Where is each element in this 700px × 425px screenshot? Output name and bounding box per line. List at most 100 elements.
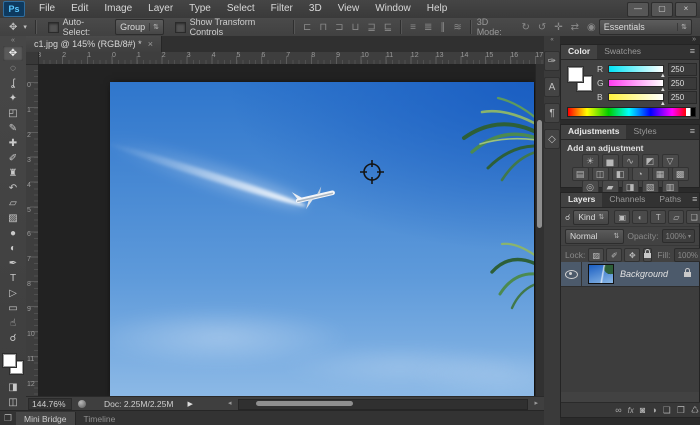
filter-type-layers-icon[interactable]: T — [650, 210, 666, 224]
distribute-tops-icon[interactable]: ≡ — [407, 22, 419, 33]
hand-tool[interactable]: ☝ — [3, 316, 23, 331]
zoom-tool[interactable]: ☌ — [3, 331, 23, 346]
bottom-tab-timeline[interactable]: Timeline — [76, 412, 124, 425]
workspace-dropdown[interactable]: Essentials ⇅ — [599, 19, 692, 35]
pen-tool[interactable]: ✒ — [3, 256, 23, 271]
layer-name[interactable]: Background — [620, 269, 684, 279]
filter-adjustment-layers-icon[interactable]: ◐ — [632, 210, 648, 224]
color-balance-icon[interactable]: ◫ — [592, 167, 609, 181]
3d-rotate-icon[interactable]: ↻ — [518, 22, 532, 33]
adjustments-tab-styles[interactable]: Styles — [626, 125, 663, 139]
delete-layer-icon[interactable]: ♺ — [691, 404, 699, 417]
3d-roll-icon[interactable]: ↺ — [535, 22, 549, 33]
mini-bridge-panel-icon[interactable]: ❐ — [0, 413, 16, 424]
close-button[interactable]: × — [675, 2, 697, 17]
canvas-image[interactable] — [110, 82, 534, 397]
status-popup-icon[interactable]: ▶ — [187, 400, 192, 408]
brightness-contrast-icon[interactable]: ☀ — [582, 154, 599, 168]
vertical-scrollbar-thumb[interactable] — [537, 120, 542, 228]
move-tool-preset-icon[interactable]: ✥ — [6, 22, 20, 33]
collapse-tools-icon[interactable]: « — [0, 36, 26, 46]
paragraph-panel-icon[interactable]: ¶ — [544, 103, 560, 123]
marquee-tool[interactable]: ◌ — [3, 61, 23, 76]
filter-kind-dropdown[interactable]: Kind ⇅ — [573, 210, 609, 225]
eye-icon[interactable] — [565, 270, 578, 279]
align-vertical-centers-icon[interactable]: ⊒ — [364, 22, 378, 33]
layers-tab-paths[interactable]: Paths — [652, 193, 688, 207]
layer-thumbnail[interactable] — [588, 264, 614, 284]
menu-layer[interactable]: Layer — [140, 0, 181, 18]
channel-slider-g[interactable]: ▲ — [608, 79, 664, 87]
foreground-color-swatch[interactable] — [568, 67, 583, 82]
blend-mode-dropdown[interactable]: Normal ⇅ — [565, 229, 624, 244]
history-brush-tool[interactable]: ↶ — [3, 181, 23, 196]
panel-menu-icon[interactable]: ≡ — [688, 193, 700, 207]
opacity-field[interactable]: 100% ▾ — [662, 229, 695, 243]
bottom-tab-mini-bridge[interactable]: Mini Bridge — [16, 412, 76, 425]
expand-panels-icon[interactable]: « — [544, 36, 560, 45]
lock-all-icon[interactable] — [643, 248, 652, 262]
auto-select-checkbox[interactable] — [48, 22, 59, 33]
levels-icon[interactable]: ▅ — [602, 154, 619, 168]
close-tab-icon[interactable]: × — [148, 39, 153, 49]
add-layer-mask-icon[interactable]: ◙ — [640, 404, 645, 417]
curves-icon[interactable]: ∿ — [622, 154, 639, 168]
tool-preset-dropdown-icon[interactable]: ▾ — [20, 23, 30, 31]
screen-mode-button[interactable]: ◫ — [3, 395, 23, 410]
scroll-right-icon[interactable]: ▸ — [534, 399, 538, 407]
channel-value-field[interactable]: 250 — [668, 91, 697, 104]
channel-mixer-icon[interactable]: ▦ — [652, 167, 669, 181]
lock-image-pixels-icon[interactable]: ✐ — [606, 248, 622, 262]
menu-window[interactable]: Window — [367, 0, 419, 18]
brush-tool[interactable]: ✐ — [3, 151, 23, 166]
visibility-cell[interactable] — [561, 262, 582, 286]
vibrance-icon[interactable]: ▽ — [662, 154, 679, 168]
filter-smart-objects-icon[interactable]: ❑ — [686, 210, 700, 224]
scroll-left-icon[interactable]: ◂ — [228, 399, 232, 407]
collapse-dock-icon[interactable]: » — [560, 36, 700, 44]
channel-slider-r[interactable]: ▲ — [608, 65, 664, 73]
link-layers-icon[interactable]: ∞ — [615, 404, 621, 417]
menu-view[interactable]: View — [330, 0, 368, 18]
channel-value-field[interactable]: 250 — [668, 63, 697, 76]
brush-presets-panel-icon[interactable]: ✑ — [544, 51, 560, 71]
adjustments-tab-adjustments[interactable]: Adjustments — [561, 125, 626, 139]
minimize-button[interactable]: — — [627, 2, 649, 17]
horizontal-scrollbar-thumb[interactable] — [256, 401, 353, 406]
color-tab-color[interactable]: Color — [561, 45, 597, 59]
align-bottom-edges-icon[interactable]: ⊑ — [381, 22, 395, 33]
eraser-tool[interactable]: ▱ — [3, 196, 23, 211]
layers-tab-channels[interactable]: Channels — [602, 193, 652, 207]
black-white-icon[interactable]: ◧ — [612, 167, 629, 181]
document-tab[interactable]: c1.jpg @ 145% (RGB/8#) * × — [26, 36, 162, 52]
auto-align-layers-icon[interactable]: ≋ — [450, 22, 464, 33]
new-group-icon[interactable]: ❏ — [663, 404, 671, 417]
layer-row-background[interactable]: Background — [561, 262, 699, 287]
distribute-lefts-icon[interactable]: ∥ — [437, 22, 448, 33]
photo-filter-icon[interactable]: ◔ — [632, 167, 649, 181]
panel-menu-icon[interactable]: ≡ — [686, 125, 699, 139]
3d-panel-icon[interactable]: ◇ — [544, 129, 560, 149]
menu-filter[interactable]: Filter — [263, 0, 301, 18]
zoom-level-field[interactable]: 144.76% — [28, 398, 72, 410]
lock-position-icon[interactable]: ✥ — [624, 248, 640, 262]
align-top-edges-icon[interactable]: ⊔ — [349, 22, 363, 33]
gradient-tool[interactable]: ▨ — [3, 211, 23, 226]
color-lookup-icon[interactable]: ▩ — [672, 167, 689, 181]
adobe-drive-icon[interactable] — [78, 400, 86, 408]
menu-select[interactable]: Select — [219, 0, 263, 18]
hue-saturation-icon[interactable]: ▤ — [572, 167, 589, 181]
auto-select-group-dropdown[interactable]: Group ⇅ — [115, 19, 164, 35]
layer-effects-icon[interactable]: fx — [628, 404, 634, 417]
3d-scale-icon[interactable]: ◉ — [584, 22, 599, 33]
lock-transparent-pixels-icon[interactable]: ▨ — [588, 248, 604, 262]
quick-selection-tool[interactable]: ✦ — [3, 91, 23, 106]
crop-tool[interactable]: ◰ — [3, 106, 23, 121]
blur-tool[interactable]: ● — [3, 226, 23, 241]
horizontal-scrollbar[interactable] — [238, 399, 528, 410]
align-horizontal-centers-icon[interactable]: ⊓ — [316, 22, 330, 33]
foreground-color-swatch[interactable] — [3, 354, 16, 367]
menu-type[interactable]: Type — [181, 0, 219, 18]
channel-slider-b[interactable]: ▲ — [608, 93, 664, 101]
distribute-vertical-centers-icon[interactable]: ≣ — [421, 22, 435, 33]
